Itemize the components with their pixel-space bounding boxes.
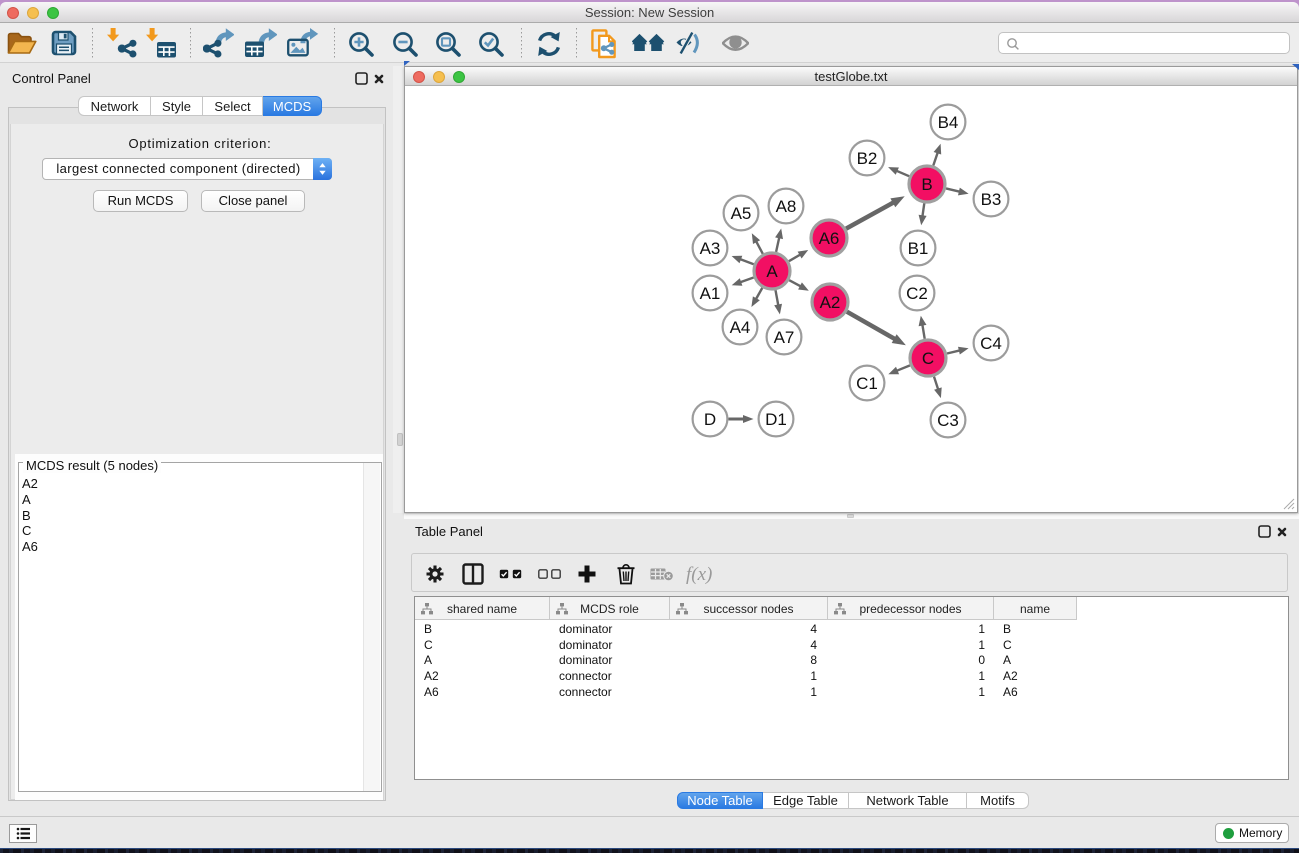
svg-text:C4: C4 (980, 334, 1002, 353)
svg-text:A1: A1 (700, 284, 721, 303)
svg-text:C3: C3 (937, 411, 959, 430)
svg-text:B2: B2 (857, 149, 878, 168)
svg-text:A3: A3 (700, 239, 721, 258)
svg-text:B: B (921, 175, 932, 194)
svg-text:A: A (766, 262, 778, 281)
svg-text:A8: A8 (776, 197, 797, 216)
svg-text:B1: B1 (908, 239, 929, 258)
svg-text:A6: A6 (819, 229, 840, 248)
svg-text:B4: B4 (938, 113, 959, 132)
svg-text:C2: C2 (906, 284, 928, 303)
svg-text:A2: A2 (820, 293, 841, 312)
svg-text:C: C (922, 349, 934, 368)
svg-text:A5: A5 (731, 204, 752, 223)
svg-text:B3: B3 (981, 190, 1002, 209)
svg-text:D: D (704, 410, 716, 429)
svg-text:A7: A7 (774, 328, 795, 347)
svg-text:A4: A4 (730, 318, 751, 337)
svg-text:D1: D1 (765, 410, 787, 429)
svg-text:C1: C1 (856, 374, 878, 393)
